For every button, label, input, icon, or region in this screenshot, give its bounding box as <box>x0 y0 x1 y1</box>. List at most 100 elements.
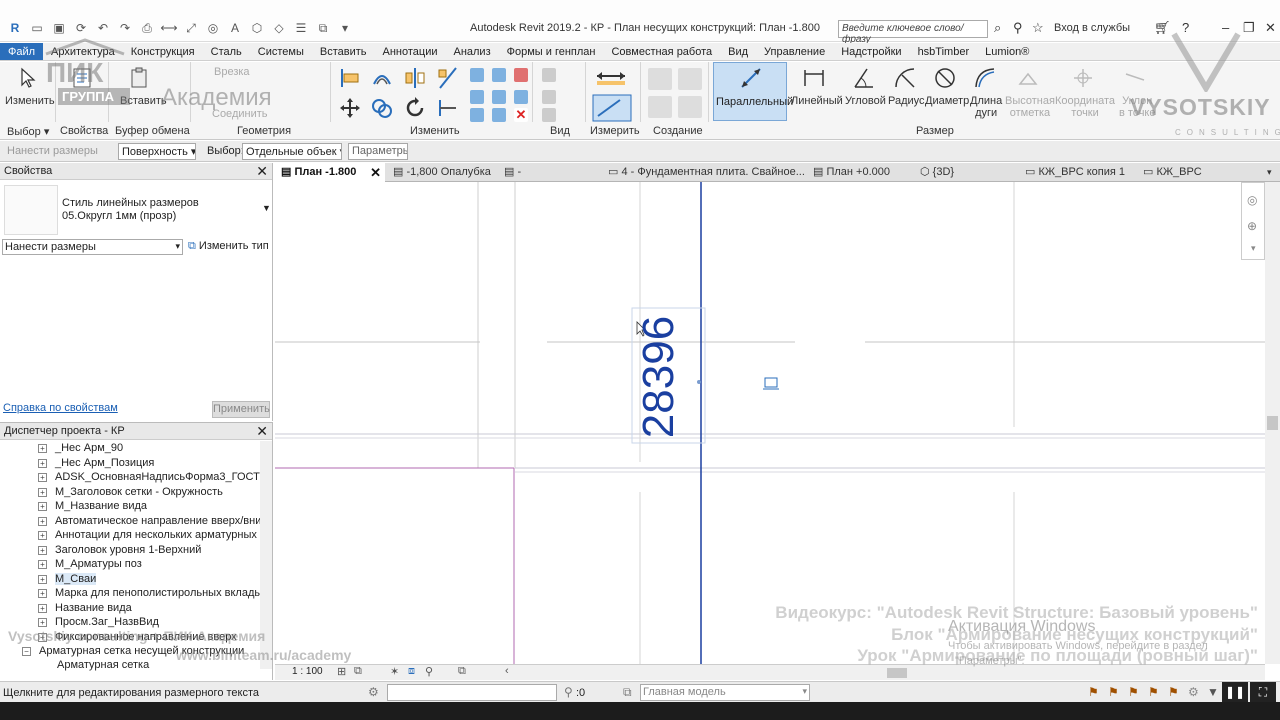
worksets-icon[interactable]: ⚙ <box>368 685 379 699</box>
temporary-hide-icon[interactable]: ⚲ <box>425 665 433 678</box>
linear-dimension-icon[interactable] <box>802 66 826 90</box>
cut-button[interactable]: Врезка <box>214 66 250 78</box>
scroll-left-icon[interactable]: ‹ <box>505 665 509 677</box>
create-group-icon[interactable] <box>678 68 702 90</box>
tag-icon[interactable]: ◎ <box>204 20 222 36</box>
design-option-select[interactable]: Главная модель ▾ <box>640 684 810 701</box>
spot-elevation-button[interactable]: Высотная отметка <box>1005 95 1055 119</box>
tab-close-icon[interactable]: ✕ <box>370 163 381 182</box>
list-item[interactable]: + Просм.Заг_НазвВид <box>38 616 159 628</box>
undo-icon[interactable]: ↶ <box>94 20 112 36</box>
background-processes-icon[interactable]: ⚙ <box>1188 685 1199 699</box>
tabs-overflow-icon[interactable]: ▾ <box>1267 163 1272 182</box>
angular-dimension-icon[interactable] <box>852 66 876 90</box>
spot-slope-icon[interactable] <box>1123 66 1147 90</box>
redo-icon[interactable]: ↷ <box>116 20 134 36</box>
tab-view[interactable]: Вид <box>720 43 756 60</box>
filter-icon[interactable]: ⚲ <box>564 685 573 699</box>
favorites-icon[interactable]: ☆ <box>1032 20 1044 36</box>
expand-icon[interactable]: + <box>38 530 47 540</box>
list-item[interactable]: + Название вида <box>38 602 132 614</box>
infocenter-icon[interactable]: ⚲ <box>1013 20 1023 36</box>
search-icon[interactable]: ⌕ <box>994 20 1001 36</box>
mirror-draw-icon[interactable] <box>436 66 460 90</box>
hide-element-icon[interactable] <box>542 90 556 104</box>
properties-close-icon[interactable]: ✕ <box>256 163 268 180</box>
thin-lines-icon[interactable]: ☰ <box>292 20 310 36</box>
unpin-icon[interactable] <box>514 68 528 82</box>
view-tool-icon[interactable] <box>542 68 556 82</box>
list-item[interactable]: + Марка для пенополистирольных вкладыше <box>38 587 272 599</box>
revit-logo-icon[interactable]: R <box>6 20 24 36</box>
text-icon[interactable]: A <box>226 20 244 36</box>
paste-icon[interactable] <box>127 66 151 90</box>
tab-insert[interactable]: Вставить <box>312 43 375 60</box>
expand-icon[interactable]: + <box>38 501 47 511</box>
tab-view-kzh-vrs[interactable]: ▭ КЖ_ВРС <box>1143 163 1243 182</box>
print-icon[interactable]: ⎙ <box>138 20 156 36</box>
workset-select[interactable] <box>387 684 557 701</box>
open-icon[interactable]: ▭ <box>28 20 46 36</box>
collapse-icon[interactable]: − <box>22 646 31 656</box>
aligned-dimension-icon[interactable]: ⤢ <box>182 20 200 36</box>
tab-steel[interactable]: Сталь <box>203 43 250 60</box>
list-item[interactable]: + Заголовок уровня 1-Верхний <box>38 544 201 556</box>
dimension-text-box[interactable]: 28396 <box>626 316 692 443</box>
expand-icon[interactable]: + <box>38 443 47 453</box>
nav-bar-menu-icon[interactable]: ▾ <box>1251 243 1256 254</box>
array-icon[interactable] <box>470 90 484 104</box>
steering-wheel-icon[interactable]: ◎ <box>1247 193 1257 207</box>
split-gap-icon[interactable] <box>492 68 506 82</box>
rotate-icon[interactable] <box>403 96 427 120</box>
zoom-icon[interactable]: ⊕ <box>1247 219 1257 233</box>
crop-view-icon[interactable]: ⧈ <box>408 665 415 678</box>
list-item[interactable]: + Аннотации для нескольких арматурных сте <box>38 529 272 541</box>
spot-coordinate-button[interactable]: Координата точки <box>1055 95 1115 119</box>
angular-dimension-button[interactable]: Угловой <box>845 95 886 107</box>
aligned-dimension-active-button[interactable]: Параллельный <box>713 62 793 121</box>
sign-in-button[interactable]: Вход в службы <box>1054 22 1130 34</box>
dimension-value[interactable]: 28396 <box>626 314 692 440</box>
select-panel-label[interactable]: Выбор ▾ <box>7 125 49 138</box>
arc-length-dimension-icon[interactable] <box>973 66 997 90</box>
list-item[interactable]: + Автоматическое направление вверх/вниз <box>38 515 266 527</box>
visual-style-icon[interactable]: ⧉ <box>354 665 362 678</box>
offset-icon[interactable] <box>370 66 394 90</box>
drag-on-selection-icon[interactable]: ⚑ <box>1168 685 1179 699</box>
customize-qat-icon[interactable]: ▾ <box>336 20 354 36</box>
fullscreen-icon[interactable]: ⛶ <box>1250 682 1276 703</box>
tab-view-kzh-vrs-copy[interactable]: ▭ КЖ_ВРС копия 1 <box>1025 163 1140 182</box>
list-item[interactable]: Арматурная сетка <box>57 659 149 671</box>
switch-windows-icon[interactable]: ⧉ <box>314 20 332 36</box>
properties-help-link[interactable]: Справка по свойствам <box>3 402 118 414</box>
section-icon[interactable]: ◇ <box>270 20 288 36</box>
align-icon[interactable] <box>338 66 362 90</box>
3d-view-icon[interactable]: ⬡ <box>248 20 266 36</box>
expand-icon[interactable]: + <box>38 603 47 613</box>
delete-icon[interactable]: ✕ <box>514 108 528 122</box>
tab-view-formwork[interactable]: ▤ -1,800 Опалубка <box>385 163 500 182</box>
spot-coordinate-icon[interactable] <box>1071 66 1095 90</box>
spot-elevation-icon[interactable] <box>1016 66 1040 90</box>
close-button[interactable]: ✕ <box>1265 20 1276 36</box>
sync-icon[interactable]: ⟳ <box>72 20 90 36</box>
select-by-face-icon[interactable]: ⚑ <box>1148 685 1159 699</box>
vertical-scrollbar[interactable] <box>1265 182 1280 664</box>
tab-addins[interactable]: Надстройки <box>833 43 909 60</box>
select-pinned-icon[interactable]: ⚑ <box>1128 685 1139 699</box>
filter-selection-icon[interactable]: ▼ <box>1207 685 1219 699</box>
tab-annotate[interactable]: Аннотации <box>375 43 446 60</box>
search-input[interactable]: Введите ключевое слово/фразу <box>838 20 988 45</box>
save-icon[interactable]: ▣ <box>50 20 68 36</box>
tab-view-plan-minus-1800[interactable]: ▤ План -1.800 ✕ <box>275 163 385 182</box>
measure-tool-icon[interactable] <box>595 64 635 88</box>
tab-file[interactable]: Файл <box>0 43 44 60</box>
scale-icon[interactable] <box>492 90 506 104</box>
select-links-icon[interactable]: ⚑ <box>1088 685 1099 699</box>
create-similar-icon[interactable] <box>648 68 672 90</box>
type-selector-chevron-icon[interactable]: ▼ <box>262 203 271 213</box>
expand-icon[interactable]: + <box>38 617 47 627</box>
expand-icon[interactable]: + <box>38 559 47 569</box>
properties-filter-select[interactable]: Нанести размеры ▾ <box>2 239 183 255</box>
pick-select[interactable]: Отдельные объек ▾ <box>242 143 342 160</box>
